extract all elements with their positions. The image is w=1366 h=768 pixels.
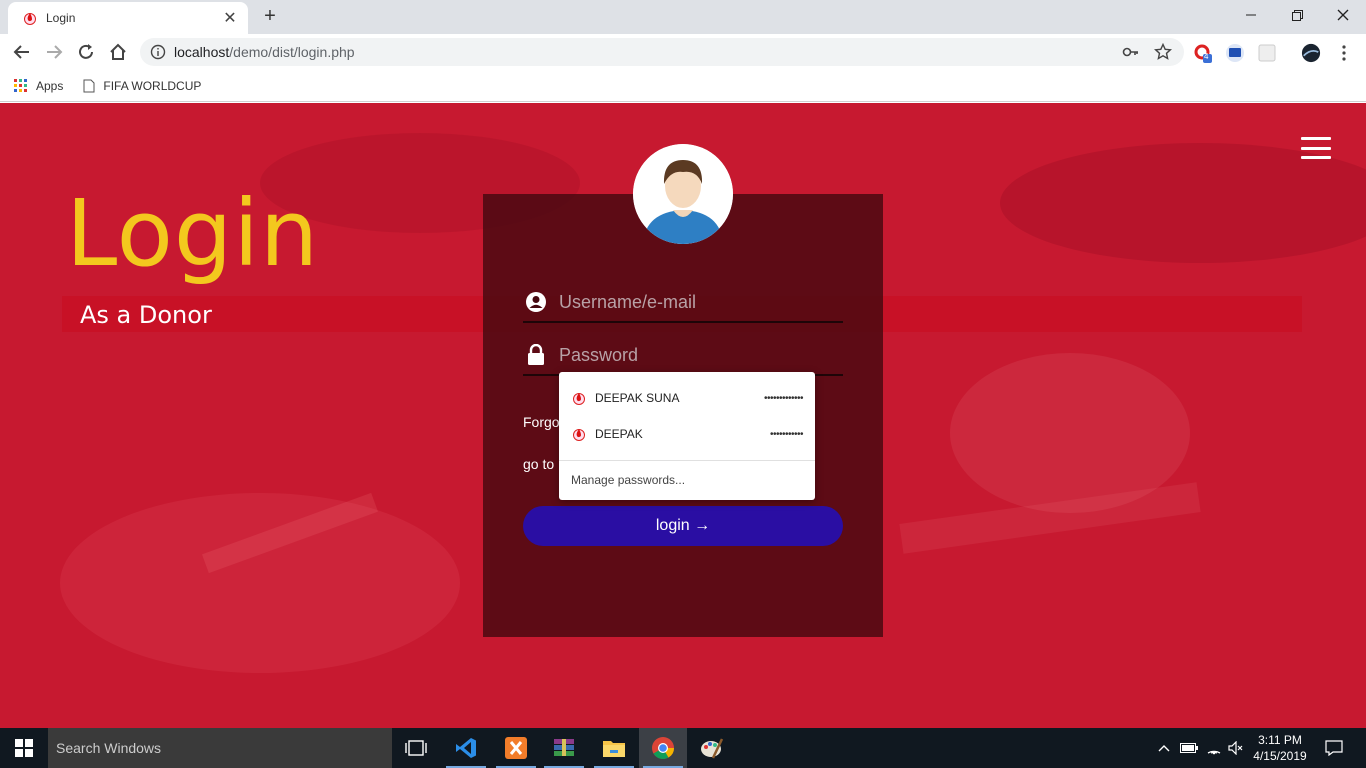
- bookmark-apps[interactable]: Apps: [14, 78, 64, 93]
- tab-title: Login: [46, 11, 76, 25]
- lock-icon: [523, 342, 549, 368]
- info-icon[interactable]: [150, 44, 166, 60]
- password-input[interactable]: [559, 344, 829, 366]
- task-view-icon[interactable]: [392, 728, 440, 768]
- vscode-icon[interactable]: [442, 728, 490, 768]
- battery-icon[interactable]: [1178, 728, 1200, 768]
- reload-icon: [79, 44, 93, 59]
- xampp-icon[interactable]: [492, 728, 540, 768]
- goto-register-text[interactable]: go to: [523, 456, 554, 472]
- saved-username: DEEPAK: [595, 427, 643, 441]
- extension-screen-icon[interactable]: [1225, 43, 1245, 63]
- tab-close-icon[interactable]: ✕: [222, 8, 238, 28]
- close-window-button[interactable]: [1320, 0, 1366, 30]
- notification-center-icon[interactable]: [1320, 728, 1348, 768]
- bookmark-star-icon[interactable]: [1154, 43, 1172, 61]
- bookmark-label: FIFA WORLDCUP: [103, 78, 202, 93]
- taskbar-clock[interactable]: 3:11 PM 4/15/2019: [1248, 732, 1312, 764]
- page-subtitle: As a Donor: [80, 301, 212, 329]
- saved-username: DEEPAK SUNA: [595, 391, 680, 405]
- extension-grey-icon[interactable]: [1257, 43, 1277, 63]
- page-title: Login: [66, 180, 320, 287]
- wifi-icon[interactable]: [1204, 728, 1224, 768]
- user-avatar-icon: [633, 144, 733, 244]
- username-field: [523, 283, 843, 323]
- minimize-icon: [1246, 14, 1256, 16]
- apps-grid-icon: [14, 78, 27, 92]
- tab-strip: Login ✕ +: [0, 0, 1366, 34]
- restore-button[interactable]: [1274, 0, 1320, 30]
- login-page: Login As a Donor Forgo go to login → DEE…: [0, 103, 1366, 728]
- clock-time: 3:11 PM: [1258, 733, 1302, 747]
- windows-logo-icon: [15, 739, 33, 757]
- dropdown-divider: [559, 460, 815, 461]
- bookmarks-bar: Apps FIFA WORLDCUP: [0, 70, 1366, 102]
- address-bar[interactable]: localhost/demo/dist/login.php: [140, 38, 1184, 66]
- page-icon: [83, 79, 95, 92]
- browser-menu-icon[interactable]: [1334, 43, 1354, 63]
- new-tab-button[interactable]: +: [258, 5, 282, 29]
- blood-drop-favicon-icon: [24, 13, 36, 25]
- start-button[interactable]: [0, 728, 48, 768]
- chrome-icon[interactable]: [639, 728, 687, 768]
- key-icon[interactable]: [1122, 43, 1140, 61]
- hamburger-menu-icon[interactable]: [1301, 137, 1331, 159]
- taskbar-search[interactable]: Search Windows: [48, 728, 392, 768]
- user-avatar: [633, 144, 733, 244]
- bookmark-fifa[interactable]: FIFA WORLDCUP: [83, 79, 201, 93]
- saved-password-entry[interactable]: DEEPAK SUNA •••••••••••••: [559, 380, 815, 416]
- profile-avatar-icon[interactable]: [1301, 43, 1321, 63]
- saved-password-mask: •••••••••••••: [763, 392, 804, 404]
- reload-button[interactable]: [74, 40, 98, 64]
- winrar-icon[interactable]: [540, 728, 588, 768]
- saved-password-mask: •••••••••••: [769, 428, 804, 440]
- volume-muted-icon[interactable]: [1226, 728, 1246, 768]
- password-field: [523, 336, 843, 376]
- browser-toolbar: localhost/demo/dist/login.php 4: [0, 34, 1366, 70]
- saved-passwords-dropdown: DEEPAK SUNA ••••••••••••• DEEPAK •••••••…: [559, 372, 815, 500]
- windows-taskbar: Search Windows 3:11 PM 4/15/2019: [0, 728, 1366, 768]
- back-arrow-icon: [13, 45, 29, 59]
- file-explorer-icon[interactable]: [590, 728, 638, 768]
- home-button[interactable]: [106, 40, 130, 64]
- forgot-password-link[interactable]: Forgo: [523, 414, 560, 430]
- restore-icon: [1291, 9, 1303, 21]
- forward-arrow-icon: [47, 45, 63, 59]
- login-button[interactable]: login →: [523, 506, 843, 546]
- url-text: localhost/demo/dist/login.php: [174, 44, 355, 60]
- minimize-button[interactable]: [1228, 0, 1274, 30]
- back-button[interactable]: [10, 40, 34, 64]
- manage-passwords-link[interactable]: Manage passwords...: [571, 473, 685, 487]
- browser-tab[interactable]: Login ✕: [8, 2, 248, 34]
- extension-opera-icon[interactable]: 4: [1193, 43, 1213, 63]
- tray-chevron-up-icon[interactable]: [1154, 728, 1174, 768]
- home-icon: [110, 43, 126, 60]
- close-icon: [1337, 9, 1349, 21]
- forward-button[interactable]: [42, 40, 66, 64]
- url-host: localhost: [174, 44, 230, 60]
- url-path: /demo/dist/login.php: [229, 44, 355, 60]
- taskbar-search-placeholder: Search Windows: [56, 740, 162, 756]
- clock-date: 4/15/2019: [1253, 749, 1307, 763]
- blood-drop-favicon-icon: [573, 429, 585, 441]
- extension-badge: 4: [1204, 52, 1209, 61]
- bookmark-label: Apps: [36, 78, 64, 93]
- blood-drop-favicon-icon: [573, 393, 585, 405]
- user-circle-icon: [523, 289, 549, 315]
- username-input[interactable]: [559, 291, 829, 313]
- saved-password-entry[interactable]: DEEPAK •••••••••••: [559, 416, 815, 452]
- paint-icon[interactable]: [688, 728, 736, 768]
